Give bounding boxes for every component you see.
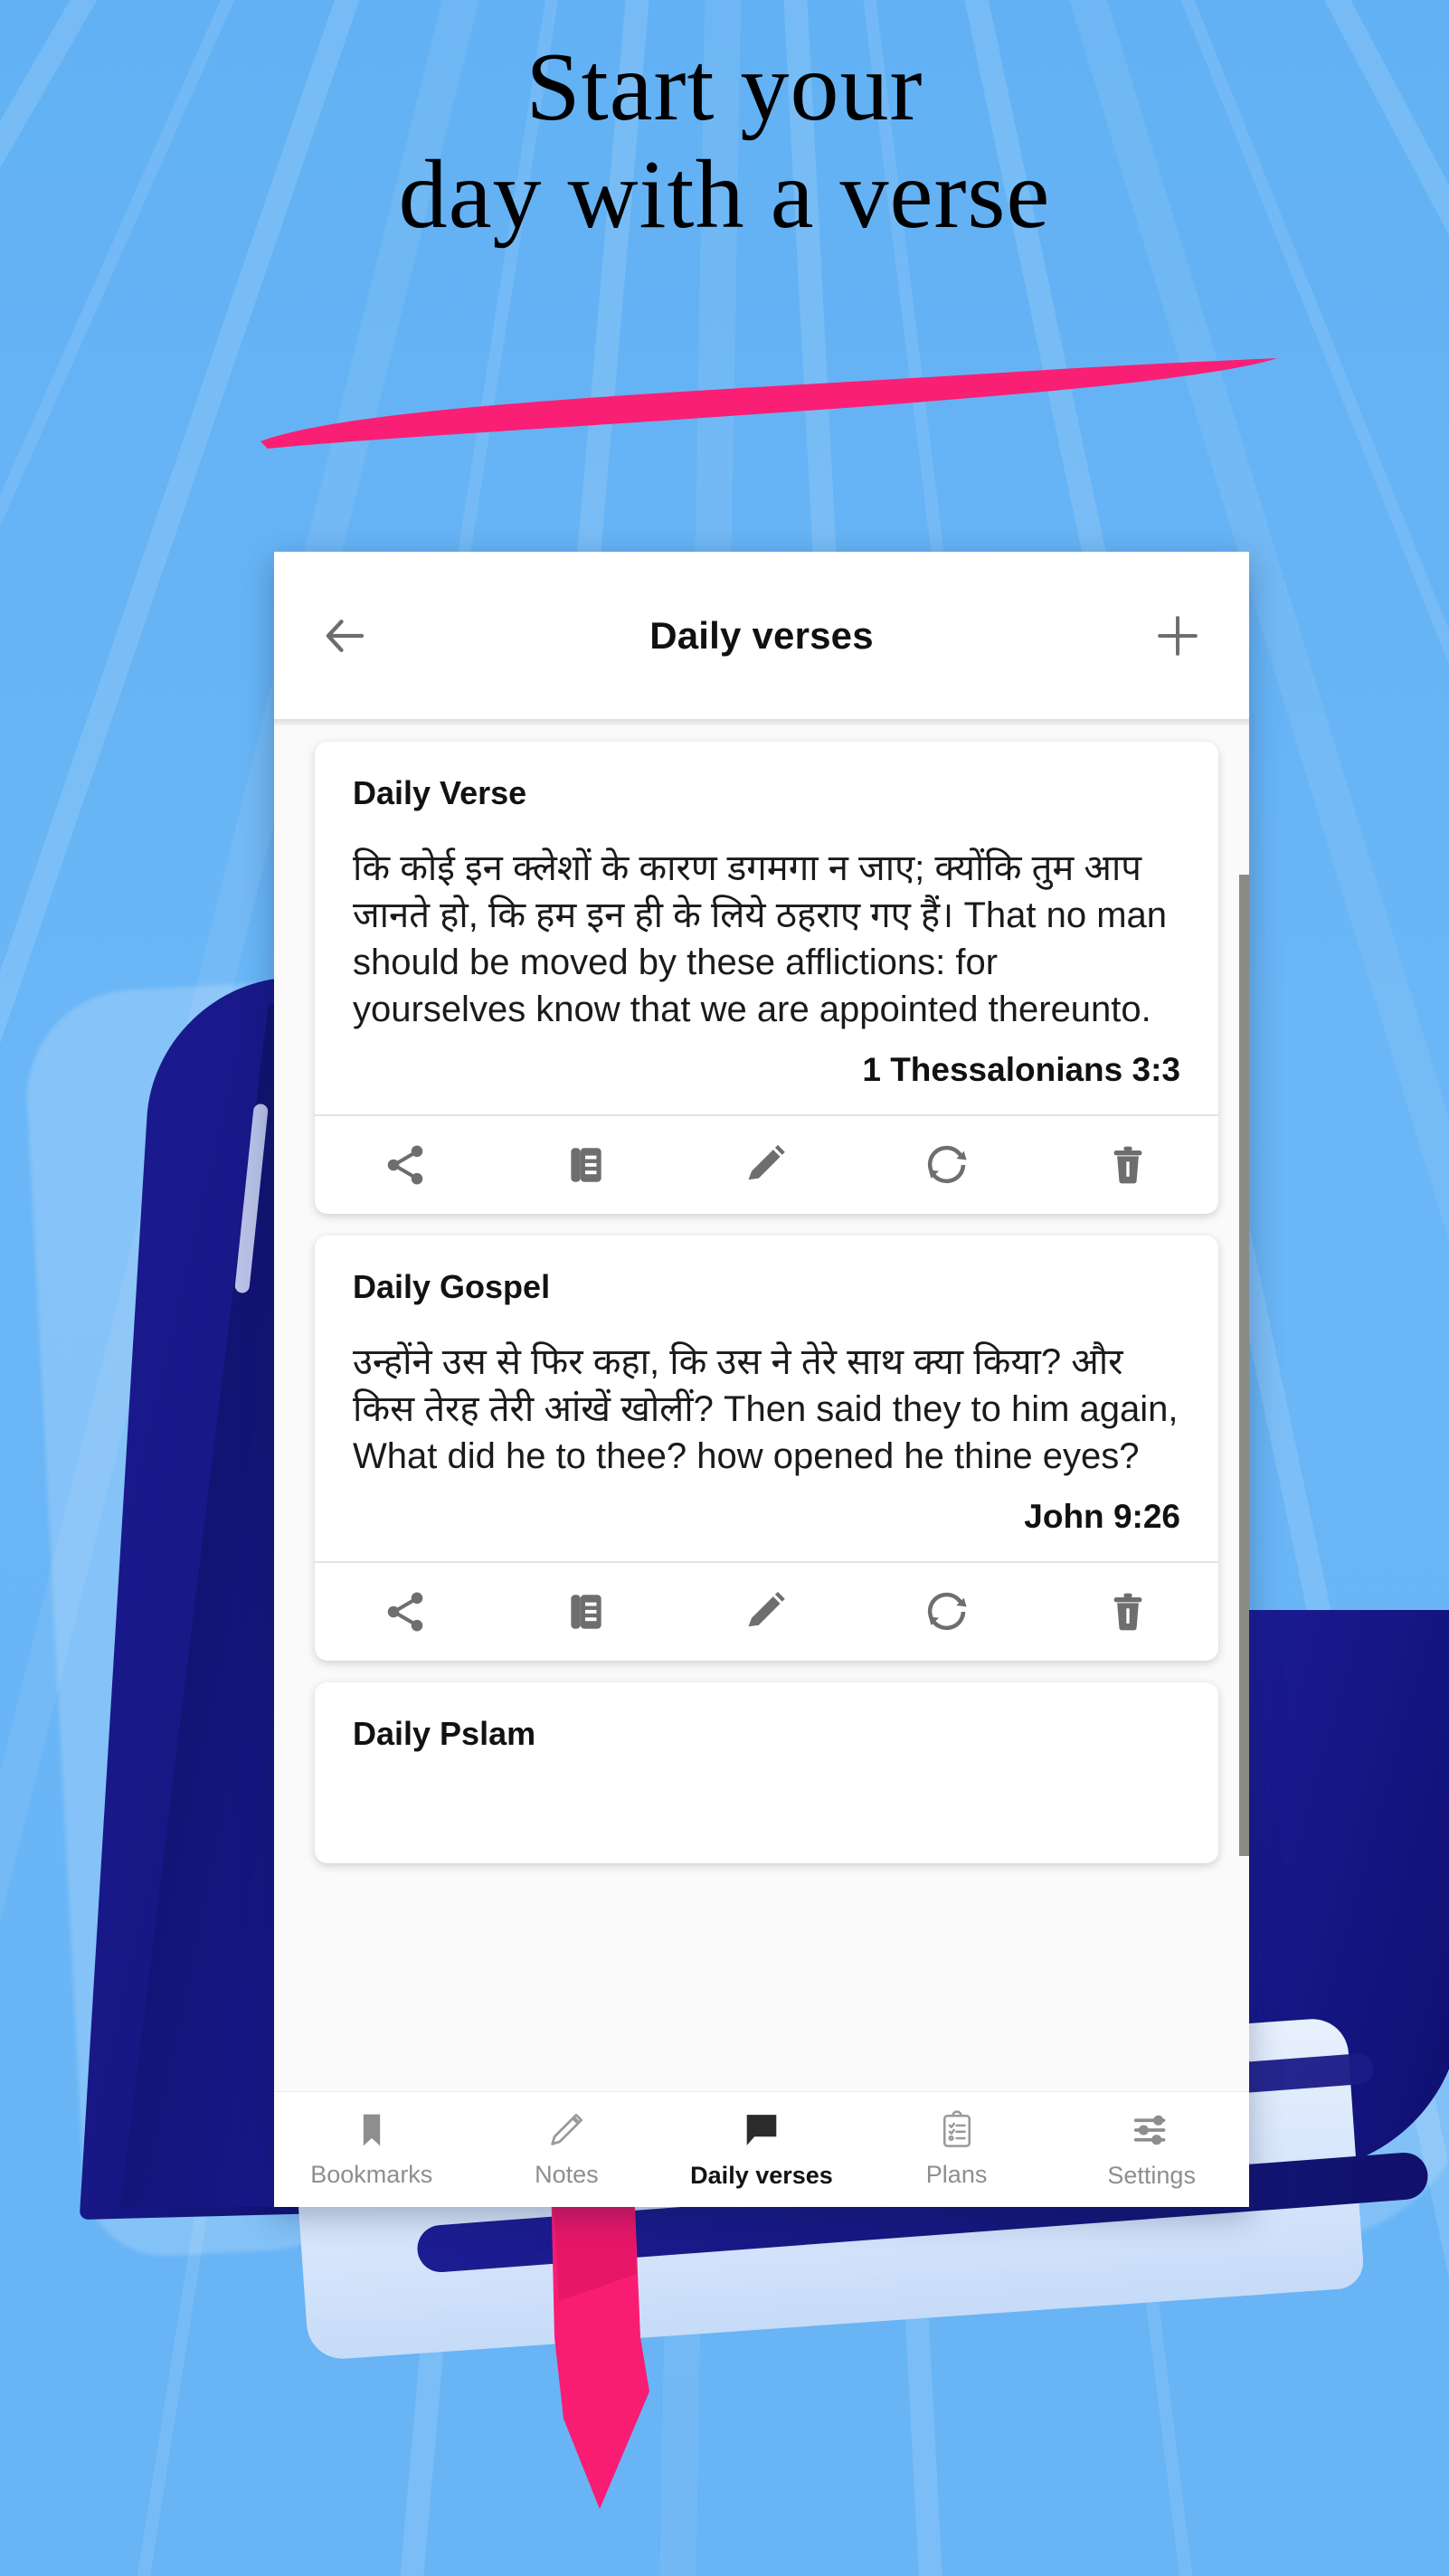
nav-item-notes[interactable]: Notes bbox=[469, 2110, 665, 2189]
edit-button[interactable] bbox=[723, 1122, 810, 1208]
bookmark-icon bbox=[363, 2114, 380, 2146]
back-button[interactable] bbox=[317, 608, 374, 664]
nav-label: Plans bbox=[925, 2161, 988, 2188]
copy-icon bbox=[571, 1595, 601, 1629]
nav-label: Daily verses bbox=[690, 2162, 833, 2189]
clipboard-icon bbox=[942, 2110, 971, 2147]
verse-card[interactable]: Daily Pslam bbox=[315, 1682, 1218, 1863]
app-bar-title: Daily verses bbox=[649, 613, 874, 657]
pencil-icon bbox=[748, 1591, 786, 1627]
nav-label: Notes bbox=[535, 2161, 599, 2188]
sliders-icon bbox=[1134, 2115, 1166, 2145]
nav-item-plans[interactable]: Plans bbox=[859, 2110, 1055, 2189]
delete-button[interactable] bbox=[1084, 1568, 1171, 1655]
verse-card-title: Daily Gospel bbox=[353, 1268, 551, 1305]
pencil-icon bbox=[748, 1144, 786, 1180]
verse-list[interactable]: Daily Verse कि कोई इन क्लेशों के कारण डग… bbox=[274, 725, 1249, 2098]
nav-item-bookmarks[interactable]: Bookmarks bbox=[274, 2110, 469, 2189]
refresh-button[interactable] bbox=[904, 1122, 990, 1208]
nav-item-settings[interactable]: Settings bbox=[1054, 2109, 1249, 2190]
headline-underline bbox=[260, 358, 1277, 449]
verse-card[interactable]: Daily Gospel उन्होंने उस से फिर कहा, कि … bbox=[315, 1236, 1218, 1661]
vertical-scrollbar[interactable] bbox=[1239, 875, 1249, 1856]
verse-card-title: Daily Verse bbox=[353, 774, 527, 811]
app-bar-divider bbox=[274, 719, 1249, 725]
page-title: Start your day with a verse bbox=[398, 33, 1051, 249]
share-button[interactable] bbox=[362, 1568, 449, 1655]
bottom-navigation: Bookmarks Notes Daily verses Plans Setti… bbox=[274, 2091, 1249, 2207]
verse-card-body: Daily Gospel उन्होंने उस से फिर कहा, कि … bbox=[315, 1236, 1218, 1561]
refresh-icon bbox=[928, 1145, 967, 1184]
copy-button[interactable] bbox=[543, 1568, 630, 1655]
arrow-left-icon bbox=[326, 619, 365, 652]
refresh-icon bbox=[928, 1592, 967, 1631]
trash-icon bbox=[1113, 1593, 1142, 1631]
refresh-button[interactable] bbox=[904, 1568, 990, 1655]
edit-button[interactable] bbox=[723, 1568, 810, 1655]
copy-icon bbox=[571, 1148, 601, 1182]
share-icon bbox=[387, 1592, 423, 1632]
verse-text: कि कोई इन क्लेशों के कारण डगमगा न जाए; क… bbox=[353, 848, 1168, 1029]
app-bar: Daily verses bbox=[274, 552, 1249, 719]
add-verse-button[interactable] bbox=[1150, 608, 1206, 664]
verse-card-title: Daily Pslam bbox=[353, 1715, 536, 1752]
verse-reference: John 9:26 bbox=[1024, 1498, 1180, 1535]
verse-card-body: Daily Pslam bbox=[315, 1682, 1218, 1805]
phone-screen: Daily verses Daily Verse कि कोई इन क्लेश… bbox=[274, 552, 1249, 2207]
speech-bubble-icon bbox=[746, 2115, 777, 2145]
delete-button[interactable] bbox=[1084, 1122, 1171, 1208]
verse-text: उन्होंने उस से फिर कहा, कि उस ने तेरे सा… bbox=[353, 1342, 1179, 1476]
verse-card-actions bbox=[315, 1561, 1218, 1661]
nav-label: Bookmarks bbox=[310, 2161, 433, 2188]
nav-label: Settings bbox=[1107, 2162, 1196, 2189]
promo-screenshot: Start your day with a verse Daily verses bbox=[0, 0, 1449, 2576]
verse-card-actions bbox=[315, 1114, 1218, 1214]
share-button[interactable] bbox=[362, 1122, 449, 1208]
verse-card-body: Daily Verse कि कोई इन क्लेशों के कारण डग… bbox=[315, 742, 1218, 1114]
nav-item-daily-verses[interactable]: Daily verses bbox=[664, 2109, 859, 2190]
verse-reference: 1 Thessalonians 3:3 bbox=[862, 1051, 1180, 1088]
copy-button[interactable] bbox=[543, 1122, 630, 1208]
trash-icon bbox=[1113, 1146, 1142, 1184]
share-icon bbox=[387, 1145, 423, 1185]
plus-icon bbox=[1158, 615, 1198, 656]
verse-card[interactable]: Daily Verse कि कोई इन क्लेशों के कारण डग… bbox=[315, 742, 1218, 1214]
pencil-icon bbox=[551, 2113, 583, 2145]
